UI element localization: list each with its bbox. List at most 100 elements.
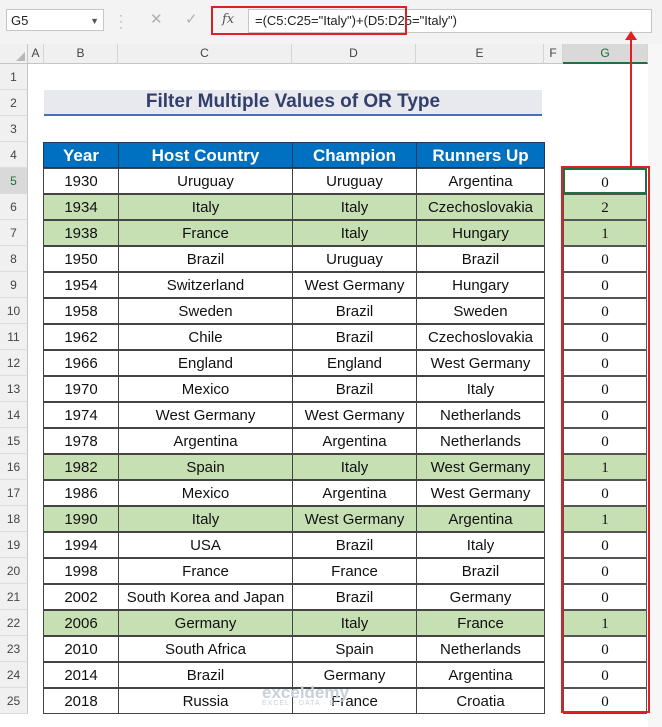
table-cell-champion[interactable]: Uruguay bbox=[292, 168, 417, 194]
row-header-25[interactable]: 25 bbox=[0, 688, 28, 714]
cancel-icon[interactable]: ✕ bbox=[150, 10, 163, 30]
table-cell-runner[interactable]: Netherlands bbox=[416, 636, 545, 662]
table-cell-host[interactable]: France bbox=[118, 558, 293, 584]
table-cell-runner[interactable]: Netherlands bbox=[416, 402, 545, 428]
table-cell-year[interactable]: 1990 bbox=[43, 506, 119, 532]
column-header-g[interactable]: G bbox=[563, 44, 648, 64]
table-cell-host[interactable]: Germany bbox=[118, 610, 293, 636]
table-cell-runner[interactable]: Czechoslovakia bbox=[416, 194, 545, 220]
table-cell-year[interactable]: 2002 bbox=[43, 584, 119, 610]
table-cell-runner[interactable]: Hungary bbox=[416, 272, 545, 298]
table-cell-champion[interactable]: Argentina bbox=[292, 428, 417, 454]
row-header-5[interactable]: 5 bbox=[0, 168, 28, 194]
row-header-15[interactable]: 15 bbox=[0, 428, 28, 454]
table-cell-champion[interactable]: Brazil bbox=[292, 324, 417, 350]
column-header-f[interactable]: F bbox=[544, 44, 563, 64]
row-header-6[interactable]: 6 bbox=[0, 194, 28, 220]
table-cell-champion[interactable]: Brazil bbox=[292, 376, 417, 402]
table-cell-host[interactable]: Switzerland bbox=[118, 272, 293, 298]
table-cell-host[interactable]: Spain bbox=[118, 454, 293, 480]
table-cell-runner[interactable]: Sweden bbox=[416, 298, 545, 324]
table-cell-year[interactable]: 1982 bbox=[43, 454, 119, 480]
table-cell-host[interactable]: Argentina bbox=[118, 428, 293, 454]
table-cell-champion[interactable]: Italy bbox=[292, 610, 417, 636]
table-cell-runner[interactable]: Argentina bbox=[416, 506, 545, 532]
table-cell-champion[interactable]: Spain bbox=[292, 636, 417, 662]
row-header-16[interactable]: 16 bbox=[0, 454, 28, 480]
column-header-c[interactable]: C bbox=[118, 44, 292, 64]
table-cell-runner[interactable]: Hungary bbox=[416, 220, 545, 246]
table-cell-year[interactable]: 1966 bbox=[43, 350, 119, 376]
table-cell-host[interactable]: France bbox=[118, 220, 293, 246]
table-cell-year[interactable]: 2006 bbox=[43, 610, 119, 636]
row-header-23[interactable]: 23 bbox=[0, 636, 28, 662]
row-header-3[interactable]: 3 bbox=[0, 116, 28, 142]
table-cell-year[interactable]: 1930 bbox=[43, 168, 119, 194]
row-header-1[interactable]: 1 bbox=[0, 64, 28, 90]
table-cell-year[interactable]: 1998 bbox=[43, 558, 119, 584]
table-cell-host[interactable]: Uruguay bbox=[118, 168, 293, 194]
drag-handle-icon[interactable]: · · · bbox=[119, 9, 123, 33]
table-cell-host[interactable]: West Germany bbox=[118, 402, 293, 428]
table-cell-year[interactable]: 1978 bbox=[43, 428, 119, 454]
table-cell-host[interactable]: Mexico bbox=[118, 376, 293, 402]
table-cell-year[interactable]: 1986 bbox=[43, 480, 119, 506]
enter-icon[interactable]: ✓ bbox=[185, 10, 198, 30]
table-cell-runner[interactable]: Croatia bbox=[416, 688, 545, 714]
table-cell-runner[interactable]: Italy bbox=[416, 376, 545, 402]
table-cell-year[interactable]: 1970 bbox=[43, 376, 119, 402]
table-cell-champion[interactable]: Uruguay bbox=[292, 246, 417, 272]
row-header-7[interactable]: 7 bbox=[0, 220, 28, 246]
table-cell-runner[interactable]: Czechoslovakia bbox=[416, 324, 545, 350]
table-cell-year[interactable]: 1950 bbox=[43, 246, 119, 272]
row-header-21[interactable]: 21 bbox=[0, 584, 28, 610]
table-cell-runner[interactable]: Netherlands bbox=[416, 428, 545, 454]
table-cell-champion[interactable]: Argentina bbox=[292, 480, 417, 506]
row-header-19[interactable]: 19 bbox=[0, 532, 28, 558]
row-header-10[interactable]: 10 bbox=[0, 298, 28, 324]
table-cell-year[interactable]: 2018 bbox=[43, 688, 119, 714]
row-header-14[interactable]: 14 bbox=[0, 402, 28, 428]
table-cell-year[interactable]: 1958 bbox=[43, 298, 119, 324]
row-header-22[interactable]: 22 bbox=[0, 610, 28, 636]
table-cell-host[interactable]: Mexico bbox=[118, 480, 293, 506]
name-box[interactable]: G5 ▼ bbox=[6, 9, 104, 31]
row-header-17[interactable]: 17 bbox=[0, 480, 28, 506]
table-cell-champion[interactable]: West Germany bbox=[292, 506, 417, 532]
table-cell-year[interactable]: 1934 bbox=[43, 194, 119, 220]
table-cell-year[interactable]: 1962 bbox=[43, 324, 119, 350]
row-header-20[interactable]: 20 bbox=[0, 558, 28, 584]
table-cell-runner[interactable]: Brazil bbox=[416, 558, 545, 584]
table-cell-runner[interactable]: Germany bbox=[416, 584, 545, 610]
table-cell-runner[interactable]: Brazil bbox=[416, 246, 545, 272]
column-header-d[interactable]: D bbox=[292, 44, 416, 64]
table-cell-champion[interactable]: England bbox=[292, 350, 417, 376]
row-header-12[interactable]: 12 bbox=[0, 350, 28, 376]
table-cell-host[interactable]: South Korea and Japan bbox=[118, 584, 293, 610]
table-cell-champion[interactable]: West Germany bbox=[292, 402, 417, 428]
table-cell-runner[interactable]: West Germany bbox=[416, 454, 545, 480]
table-cell-runner[interactable]: Argentina bbox=[416, 662, 545, 688]
table-cell-runner[interactable]: Argentina bbox=[416, 168, 545, 194]
table-cell-host[interactable]: Sweden bbox=[118, 298, 293, 324]
table-cell-runner[interactable]: France bbox=[416, 610, 545, 636]
row-header-24[interactable]: 24 bbox=[0, 662, 28, 688]
table-cell-year[interactable]: 2010 bbox=[43, 636, 119, 662]
table-cell-host[interactable]: USA bbox=[118, 532, 293, 558]
select-all-button[interactable] bbox=[0, 44, 28, 64]
table-cell-champion[interactable]: Italy bbox=[292, 194, 417, 220]
table-cell-host[interactable]: South Africa bbox=[118, 636, 293, 662]
table-cell-year[interactable]: 1974 bbox=[43, 402, 119, 428]
column-header-a[interactable]: A bbox=[28, 44, 44, 64]
row-header-11[interactable]: 11 bbox=[0, 324, 28, 350]
table-cell-runner[interactable]: West Germany bbox=[416, 480, 545, 506]
row-header-8[interactable]: 8 bbox=[0, 246, 28, 272]
table-cell-year[interactable]: 1938 bbox=[43, 220, 119, 246]
table-cell-year[interactable]: 1954 bbox=[43, 272, 119, 298]
table-cell-year[interactable]: 1994 bbox=[43, 532, 119, 558]
table-cell-year[interactable]: 2014 bbox=[43, 662, 119, 688]
table-cell-champion[interactable]: Brazil bbox=[292, 584, 417, 610]
table-cell-host[interactable]: Italy bbox=[118, 194, 293, 220]
row-header-18[interactable]: 18 bbox=[0, 506, 28, 532]
table-cell-runner[interactable]: West Germany bbox=[416, 350, 545, 376]
